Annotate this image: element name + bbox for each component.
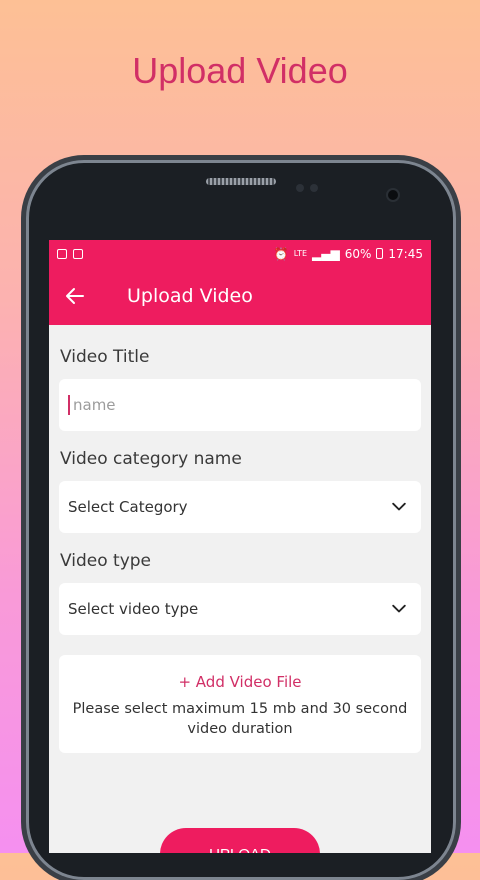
front-camera (388, 190, 398, 200)
gallery-notification-icon (57, 248, 67, 259)
chevron-down-icon (392, 502, 406, 511)
app-bar: Upload Video (49, 267, 431, 325)
upload-form: Video Title Video category name Select C… (49, 347, 431, 753)
battery-icon (376, 248, 384, 259)
upload-button[interactable]: UPLOAD (160, 828, 320, 853)
video-title-field[interactable] (59, 379, 421, 431)
video-type-label: Video type (60, 551, 152, 571)
add-video-file-card[interactable]: + Add Video File Please select maximum 1… (59, 655, 421, 753)
alarm-icon: ⏰ (273, 246, 289, 261)
category-label: Video category name (60, 449, 242, 469)
video-title-input[interactable] (68, 395, 409, 415)
clock: 17:45 (388, 246, 423, 261)
category-select[interactable]: Select Category (59, 481, 421, 533)
power-button (456, 370, 460, 440)
volume-button (22, 280, 26, 340)
download-notification-icon (73, 248, 83, 259)
light-sensor (310, 184, 318, 192)
speaker-grille (206, 178, 276, 185)
promo-headline: Upload Video (132, 50, 348, 91)
status-bar: ⏰ LTE ▂▄▆ 60% 17:45 (49, 240, 431, 267)
upload-hint: Please select maximum 15 mb and 30 secon… (72, 701, 408, 737)
arrow-left-icon[interactable] (63, 284, 87, 308)
chevron-down-icon (392, 604, 406, 613)
proximity-sensor (296, 184, 304, 192)
video-title-label: Video Title (60, 347, 150, 367)
app-title: Upload Video (127, 285, 253, 307)
add-video-file-link[interactable]: + Add Video File (59, 673, 421, 691)
app-screen: ⏰ LTE ▂▄▆ 60% 17:45 Upload Video Video T… (49, 240, 431, 853)
battery-percent: 60% (344, 246, 372, 261)
video-type-selected-value: Select video type (68, 600, 199, 618)
category-selected-value: Select Category (68, 498, 188, 516)
video-type-select[interactable]: Select video type (59, 583, 421, 635)
signal-icon: ▂▄▆ (312, 246, 340, 261)
network-type: LTE (293, 249, 308, 258)
